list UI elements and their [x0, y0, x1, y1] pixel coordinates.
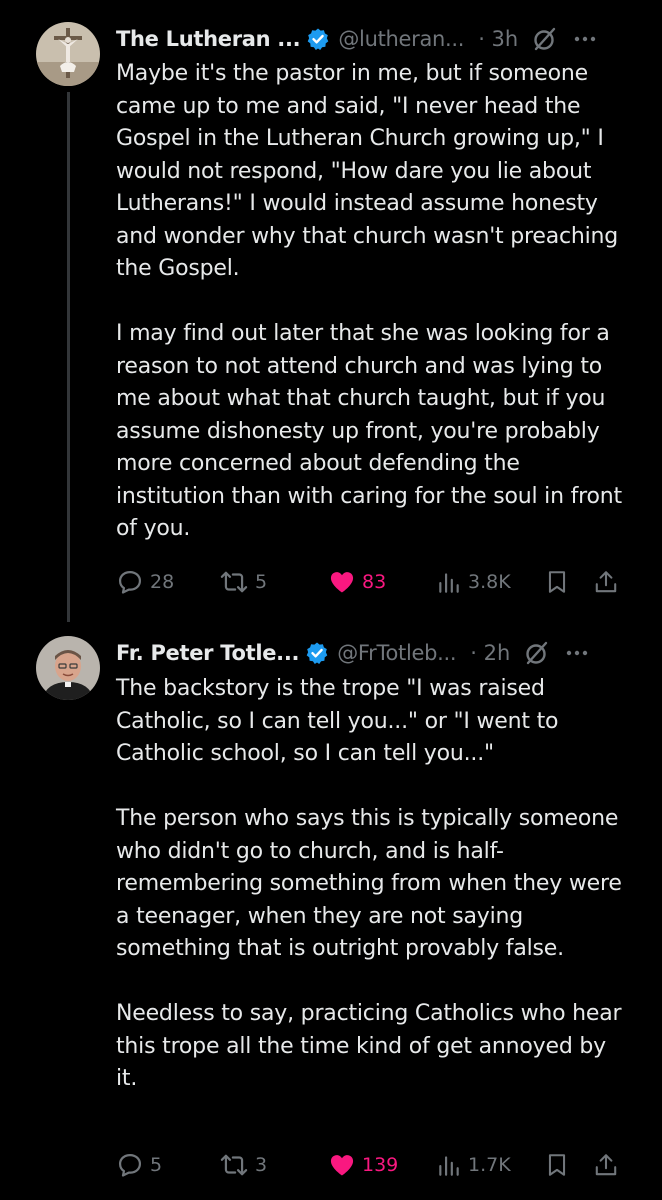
repost-icon — [220, 1154, 248, 1176]
thread-connector-line — [67, 92, 70, 622]
share-button[interactable] — [593, 1148, 619, 1182]
user-handle[interactable]: @lutheran... — [338, 27, 464, 51]
reply-button[interactable]: 28 — [116, 565, 174, 599]
views-button[interactable]: 3.8K — [436, 565, 511, 599]
display-name[interactable]: The Lutheran ... — [116, 27, 301, 51]
reply-icon — [118, 1153, 142, 1177]
verified-badge-icon — [306, 27, 330, 51]
tweet-text: The backstory is the trope "I was raised… — [116, 676, 622, 1091]
heart-filled-icon — [330, 1155, 354, 1176]
display-name[interactable]: Fr. Peter Totle... — [116, 641, 300, 665]
avatar[interactable] — [36, 636, 100, 700]
views-chart-icon — [439, 573, 459, 593]
reply-count: 5 — [150, 1154, 163, 1176]
reply-icon — [118, 570, 142, 594]
heart-filled-icon — [330, 572, 354, 593]
bookmark-icon — [548, 571, 566, 593]
timestamp[interactable]: · 2h — [470, 641, 510, 665]
like-count: 139 — [362, 1154, 399, 1176]
tweet-header: The Lutheran ... @lutheran... · 3h — [116, 22, 622, 56]
bookmark-button[interactable] — [544, 565, 570, 599]
grok-icon[interactable] — [532, 26, 558, 52]
tweet-text: Maybe it's the pastor in me, but if some… — [116, 61, 622, 541]
share-icon — [595, 571, 617, 593]
share-icon — [595, 1154, 617, 1176]
repost-button[interactable]: 3 — [219, 1148, 267, 1182]
reply-count: 28 — [150, 571, 175, 593]
grok-icon[interactable] — [524, 640, 550, 666]
views-button[interactable]: 1.7K — [436, 1148, 511, 1182]
repost-icon — [220, 571, 248, 593]
like-button[interactable]: 139 — [328, 1148, 398, 1182]
view-count: 1.7K — [468, 1154, 511, 1176]
tweet-actions: 28 5 83 3.8K — [116, 565, 626, 599]
repost-button[interactable]: 5 — [219, 565, 267, 599]
crucifix-avatar-icon — [36, 22, 100, 86]
repost-count: 5 — [255, 571, 268, 593]
bookmark-icon — [548, 1154, 566, 1176]
share-button[interactable] — [593, 565, 619, 599]
repost-count: 3 — [255, 1154, 268, 1176]
timestamp[interactable]: · 3h — [478, 27, 518, 51]
bookmark-button[interactable] — [544, 1148, 570, 1182]
tweet-header: Fr. Peter Totle... @FrTotleb... · 2h — [116, 636, 622, 670]
user-handle[interactable]: @FrTotleb... — [337, 641, 456, 665]
verified-badge-icon — [305, 641, 329, 665]
like-count: 83 — [362, 571, 387, 593]
priest-portrait-avatar-icon — [36, 636, 100, 700]
reply-button[interactable]: 5 — [116, 1148, 162, 1182]
more-options-icon[interactable] — [572, 26, 598, 52]
view-count: 3.8K — [468, 571, 511, 593]
tweet-actions: 5 3 139 1.7K — [116, 1148, 626, 1182]
views-chart-icon — [439, 1156, 459, 1176]
like-button[interactable]: 83 — [328, 565, 386, 599]
more-options-icon[interactable] — [564, 640, 590, 666]
avatar[interactable] — [36, 22, 100, 86]
